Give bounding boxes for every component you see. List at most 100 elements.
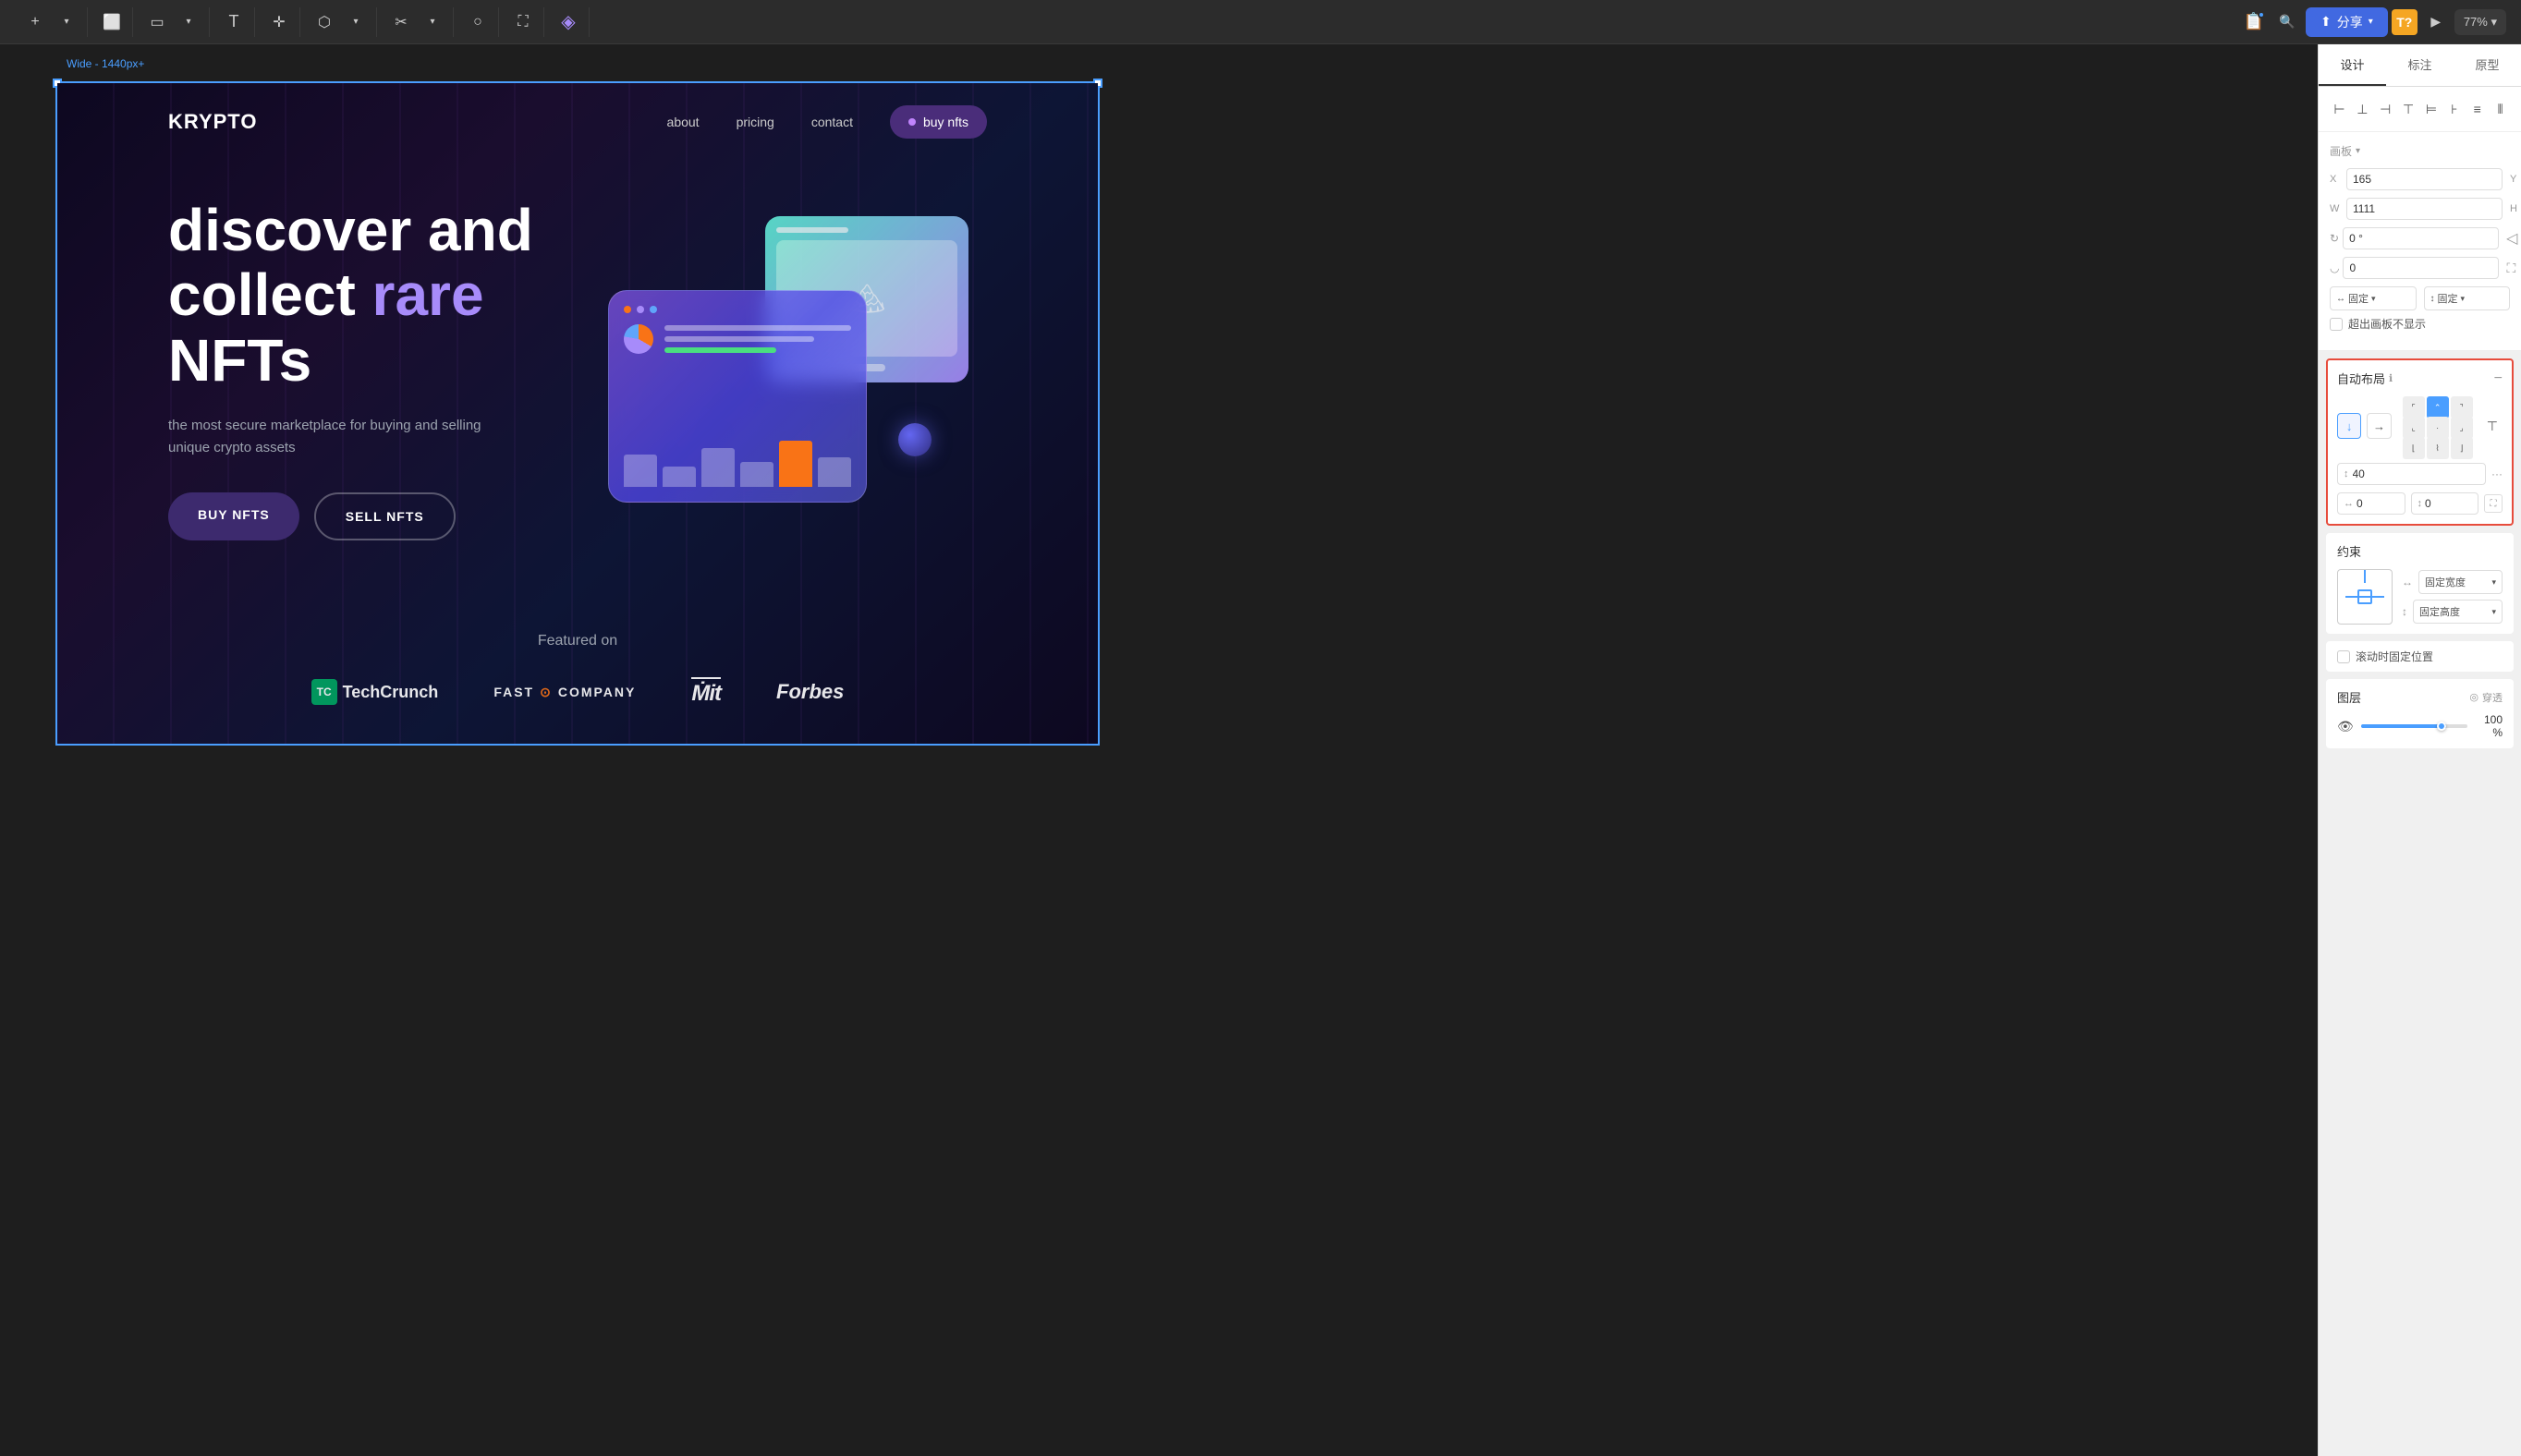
overflow-checkbox[interactable] (2330, 318, 2343, 331)
design-frame[interactable]: KRYPTO about pricing contact buy nfts (55, 81, 1100, 746)
line-green (664, 347, 776, 353)
constraint-height-icon: ↕ (2402, 605, 2407, 618)
al-direction-horizontal[interactable]: → (2367, 413, 2391, 439)
hero-title: discover and collect rare NFTs (168, 198, 599, 393)
history-button[interactable]: 📋 . (2239, 7, 2269, 37)
al-more-options[interactable]: ··· (2491, 467, 2503, 480)
nav-pricing[interactable]: pricing (737, 115, 774, 129)
overflow-row: 超出画板不显示 (2330, 316, 2510, 332)
board-label: 画板 ▾ (2330, 143, 2510, 159)
board-dropdown-icon[interactable]: ▾ (2356, 146, 2360, 156)
pen-button[interactable]: ✂ (386, 7, 416, 37)
w-input[interactable] (2346, 198, 2503, 220)
al-align-bl[interactable]: ⌊ (2403, 437, 2425, 459)
align-bottom[interactable]: ⊦ (2444, 96, 2464, 122)
hero-description: the most secure marketplace for buying a… (168, 415, 501, 459)
dot-blue (650, 306, 657, 313)
expand-corner-icon[interactable]: ⛶ (2506, 261, 2515, 276)
add-button[interactable]: + (20, 7, 50, 37)
sell-nfts-button[interactable]: SELL NFTS (314, 492, 456, 540)
shape-dropdown[interactable]: ▾ (174, 7, 203, 37)
hero-collect: collect (168, 261, 372, 328)
nav-contact[interactable]: contact (811, 115, 853, 129)
opacity-slider[interactable] (2361, 724, 2467, 728)
align-right[interactable]: ⊣ (2376, 96, 2395, 122)
crop-tool: ⛶ (503, 7, 544, 37)
frame-button[interactable]: ⬜ (97, 7, 127, 37)
move-button[interactable]: ✛ (264, 7, 294, 37)
al-align-br[interactable]: ⌋ (2451, 437, 2473, 459)
align-center-h[interactable]: ⊥ (2353, 96, 2372, 122)
site-logo: KRYPTO (168, 110, 257, 134)
tab-annotation[interactable]: 标注 (2386, 44, 2454, 86)
fixed-height-chevron: ▾ (2461, 294, 2466, 304)
al-remove-button[interactable]: − (2494, 370, 2503, 387)
al-spacing-input[interactable] (2353, 467, 2381, 480)
al-align-bc[interactable]: ⌇ (2427, 437, 2449, 459)
al-pad-h-input[interactable] (2357, 497, 2379, 510)
al-align-ml[interactable]: ⌞ (2403, 417, 2425, 439)
scroll-checkbox[interactable] (2337, 650, 2350, 663)
nav-links: about pricing contact buy nfts (667, 105, 987, 139)
tab-prototype[interactable]: 原型 (2454, 44, 2521, 86)
tab-design[interactable]: 设计 (2319, 44, 2386, 86)
crop-button[interactable]: ⛶ (508, 7, 538, 37)
rotation-input[interactable] (2343, 227, 2499, 249)
distribute-v[interactable]: ⦀ (2491, 96, 2510, 122)
fixed-height-select[interactable]: ↕ 固定 ▾ (2424, 286, 2511, 310)
fixed-width-select[interactable]: ↔ 固定 ▾ (2330, 286, 2417, 310)
rotation-field: ↻ (2330, 227, 2499, 249)
fixed-width-constraint[interactable]: 固定宽度 ▾ (2418, 570, 2503, 594)
al-spacing-field: ↕ (2337, 463, 2486, 485)
search-button[interactable]: 🔍 (2272, 7, 2302, 37)
buy-nfts-button[interactable]: BUY NFTS (168, 492, 299, 540)
nav-about[interactable]: about (667, 115, 700, 129)
al-pad-v-input[interactable] (2425, 497, 2447, 510)
fixed-height-constraint[interactable]: 固定高度 ▾ (2413, 600, 2503, 624)
al-align-tr[interactable]: ⌝ (2451, 396, 2473, 419)
bar-3 (701, 448, 735, 488)
x-input[interactable] (2346, 168, 2503, 190)
component-dropdown[interactable]: ▾ (341, 7, 371, 37)
corner-input[interactable] (2343, 257, 2499, 279)
scroll-row: 滚动时固定位置 (2326, 641, 2514, 672)
constraint-box (2357, 589, 2372, 604)
zoom-value: 77% (2464, 15, 2488, 29)
al-align-tc[interactable]: ⌃ (2427, 396, 2449, 419)
constraint-width-row: ↔ 固定宽度 ▾ (2402, 570, 2503, 594)
h-label: H (2510, 203, 2521, 214)
xy-row: X Y (2330, 168, 2510, 190)
rect-button[interactable]: ▭ (142, 7, 172, 37)
share-button[interactable]: ⬆ 分享 ▾ (2306, 7, 2388, 37)
bar-6 (818, 457, 851, 488)
flip-h-icon[interactable]: ◁ (2506, 229, 2517, 248)
pen-dropdown[interactable]: ▾ (418, 7, 447, 37)
circle-button[interactable]: ○ (463, 7, 493, 37)
tc-icon: TC (311, 679, 337, 705)
al-pad-expand-button[interactable]: ⛶ (2484, 494, 2503, 513)
align-top[interactable]: ⊤ (2399, 96, 2418, 122)
al-direction-vertical[interactable]: ↓ (2337, 413, 2361, 439)
add-dropdown[interactable]: ▾ (52, 7, 81, 37)
component-button[interactable]: ⬡ (310, 7, 339, 37)
al-align-mc[interactable]: · (2427, 417, 2449, 439)
main-layout: Wide - 1440px+ KRYPTO about pricing cont… (0, 44, 2521, 1456)
tc-text: TechCrunch (343, 683, 439, 702)
text-button[interactable]: T (219, 7, 249, 37)
al-align-tl[interactable]: ⌜ (2403, 396, 2425, 419)
nav-cta-button[interactable]: buy nfts (890, 105, 987, 139)
template-icon[interactable]: T? (2392, 9, 2417, 35)
eye-icon[interactable]: 👁 (2337, 719, 2354, 734)
x-label: X (2330, 174, 2343, 185)
canvas-area[interactable]: Wide - 1440px+ KRYPTO about pricing cont… (0, 44, 2318, 1456)
logo-icon: ◈ (554, 7, 583, 37)
align-middle-v[interactable]: ⊨ (2422, 96, 2442, 122)
zoom-control[interactable]: 77% ▾ (2454, 9, 2506, 35)
bar-5 (779, 441, 812, 487)
play-button[interactable]: ▶ (2421, 7, 2451, 37)
component-tools: ⬡ ▾ (304, 7, 377, 37)
align-left[interactable]: ⊢ (2330, 96, 2349, 122)
al-align-mr[interactable]: ⌟ (2451, 417, 2473, 439)
distribute-h[interactable]: ≡ (2467, 96, 2487, 122)
al-align-stretch[interactable]: ⊤ (2482, 415, 2503, 437)
